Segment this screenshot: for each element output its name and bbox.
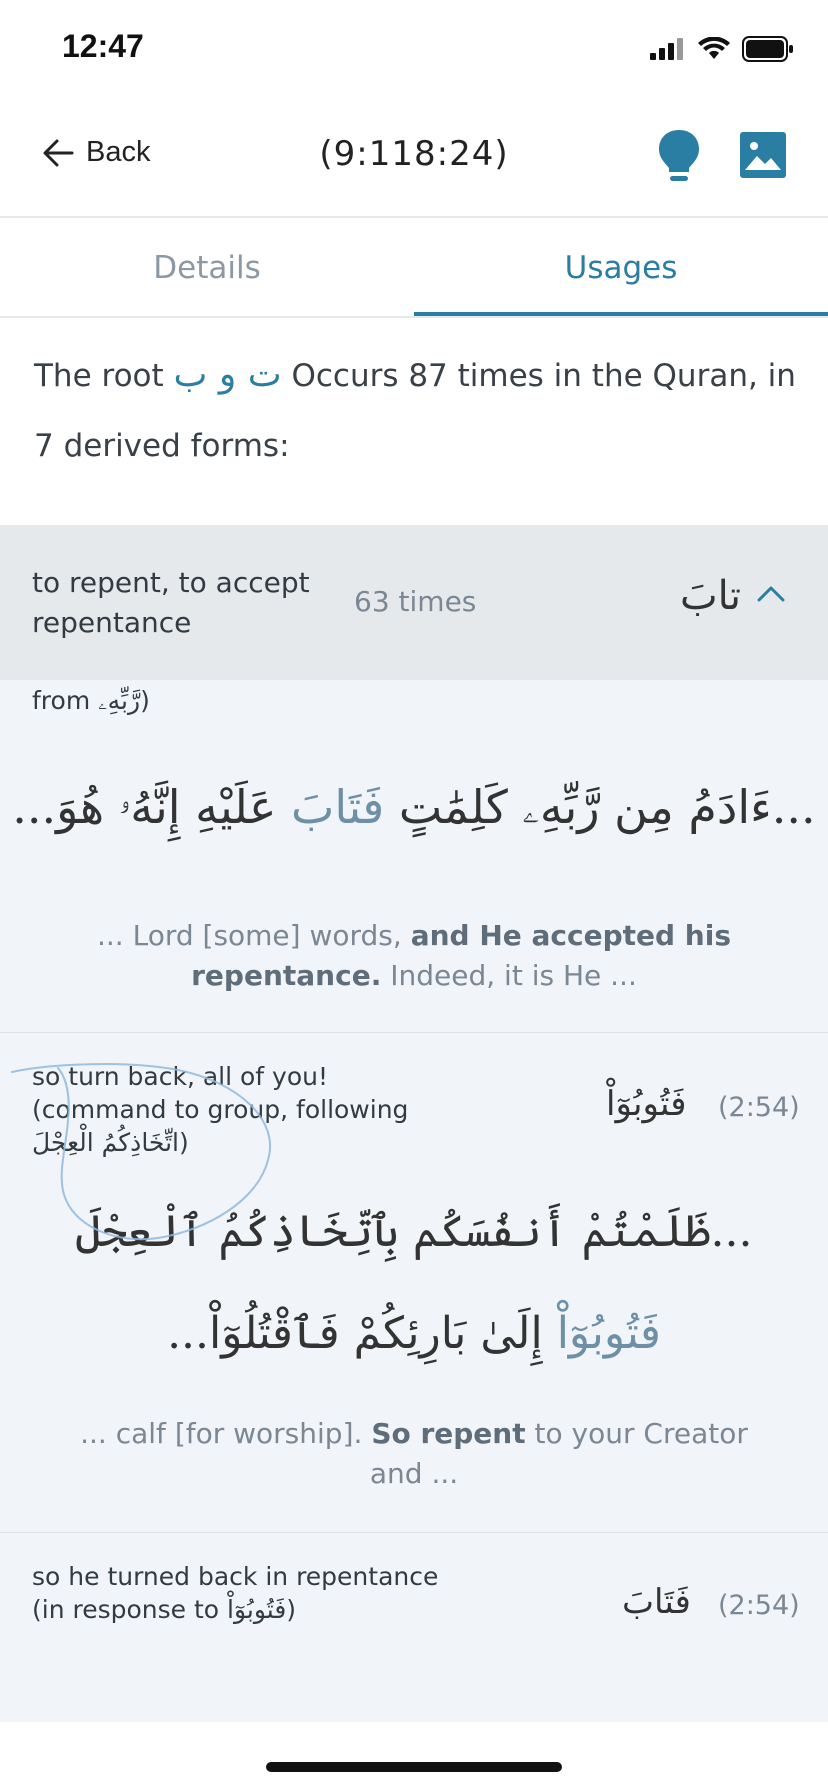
usage-reference[interactable]: (2:54) (718, 1092, 800, 1123)
form-meaning: to repent, to accept repentance (32, 566, 310, 639)
status-bar: 12:47 (0, 0, 828, 100)
usage-translation: ... calf [for worship]. So repent to you… (80, 1414, 748, 1494)
tab-details[interactable]: Details (0, 220, 414, 316)
home-indicator[interactable] (266, 1762, 562, 1772)
intro-prefix: The root (34, 358, 164, 394)
translation-before: ... Lord [some] words, (96, 919, 402, 952)
verse-arabic-after: عَلَيْهِ إِنَّهُۥ هُوَ... (12, 780, 277, 834)
image-icon (740, 132, 786, 178)
usage-meaning: so he turned back in repentance (in resp… (32, 1562, 439, 1624)
tab-bar: Details Usages (0, 220, 828, 318)
form-count: 63 times (354, 585, 477, 618)
divider (0, 1532, 828, 1533)
hint-button[interactable] (656, 128, 702, 188)
usage-verse-arabic: ...ءَادَمُ مِن رَّبِّهِۦ كَلِمَٰتٍ فَتَا… (0, 780, 828, 836)
usages-list[interactable]: from رَّبِّهِۦ) ...ءَادَمُ مِن رَّبِّهِۦ… (0, 680, 828, 1722)
usage-reference[interactable]: (2:54) (718, 1590, 800, 1621)
battery-icon (742, 36, 793, 62)
root-summary: The root ت و ب Occurs 87 times in the Qu… (34, 340, 804, 481)
verse-arabic-before: ...ءَادَمُ مِن رَّبِّهِۦ كَلِمَٰتٍ (398, 780, 816, 834)
usage-meaning: from رَّبِّهِۦ) (32, 686, 150, 715)
root-word[interactable]: ت و ب (174, 354, 282, 395)
usage-meaning: so turn back, all of you! (command to gr… (32, 1062, 409, 1157)
cellular-signal-icon (650, 38, 683, 60)
usage-verse-arabic-line2: فَتُوبُوٓاْ إِلَىٰ بَارِئِكُمْ فَٱقْتُلُ… (0, 1308, 828, 1359)
usage-verse-arabic-line1: ...ظَلَمْتُمْ أَنفُسَكُم بِٱتِّخَاذِكُمُ… (75, 1206, 753, 1257)
translation-highlight: So repent (371, 1417, 526, 1450)
usage-translation: ... Lord [some] words, and He accepted h… (80, 916, 748, 996)
lightbulb-icon (659, 130, 699, 181)
verse-arabic-highlight: فَتَابَ (291, 780, 385, 834)
page-title: (9:118:24) (319, 134, 509, 174)
translation-after: Indeed, it is He ... (390, 959, 637, 992)
tab-usages[interactable]: Usages (414, 220, 828, 316)
image-button[interactable] (740, 132, 786, 182)
navigation-bar: Back (9:118:24) (0, 100, 828, 218)
derived-form-header[interactable]: to repent, to accept repentance 63 times… (0, 525, 828, 680)
wifi-icon (698, 37, 730, 59)
translation-before: ... calf [for worship]. (80, 1417, 363, 1450)
chevron-up-icon (757, 586, 785, 602)
status-icons (650, 36, 794, 62)
usage-word[interactable]: فَتَابَ (622, 1582, 691, 1622)
usage-word[interactable]: فَتُوبُوٓاْ (606, 1084, 687, 1124)
form-arabic-word: تابَ (680, 573, 741, 619)
verse-arabic-after: إِلَىٰ بَارِئِكُمْ فَٱقْتُلُوٓاْ... (167, 1308, 543, 1359)
status-time: 12:47 (62, 28, 144, 64)
verse-arabic-highlight: فَتُوبُوٓاْ (556, 1308, 661, 1359)
divider (0, 1032, 828, 1033)
